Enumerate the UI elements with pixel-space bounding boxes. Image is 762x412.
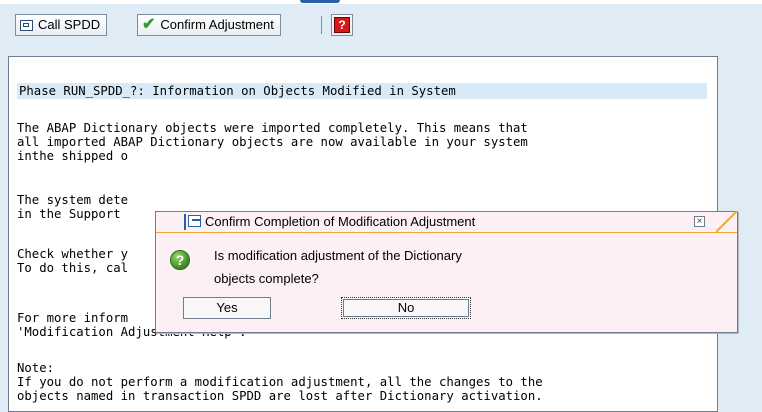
title-fragment <box>300 0 340 3</box>
doc-line: If you do not perform a modification adj… <box>17 375 543 389</box>
application-toolbar: Call SPDD ✔ Confirm Adjustment ? <box>0 4 762 44</box>
question-icon: ? <box>170 250 190 270</box>
confirm-adjustment-button[interactable]: ✔ Confirm Adjustment <box>137 14 281 36</box>
dialog-titlebar: Confirm Completion of Modification Adjus… <box>156 212 737 233</box>
doc-line: Note: <box>17 361 55 375</box>
help-icon: ? <box>334 17 350 33</box>
yes-button[interactable]: Yes <box>183 297 271 319</box>
doc-line: in the Support <box>17 207 121 221</box>
help-button[interactable]: ? <box>331 14 353 36</box>
call-spdd-label: Call SPDD <box>38 17 101 32</box>
checkmark-icon: ✔ <box>142 16 156 33</box>
titlebar-corner-decoration <box>716 211 738 232</box>
close-icon[interactable]: × <box>694 216 705 227</box>
dialog-question: Is modification adjustment of the Dictio… <box>214 244 514 290</box>
no-button[interactable]: No <box>341 297 471 319</box>
doc-line: To do this, cal <box>17 261 129 275</box>
doc-line: For more inform <box>17 311 129 325</box>
doc-line: all imported ABAP Dictionary objects are… <box>17 135 528 149</box>
phase-header: Phase RUN_SPDD_?: Information on Objects… <box>17 83 707 99</box>
dialog-question-line2: objects complete? <box>214 271 319 286</box>
dialog-window-icon <box>188 215 201 227</box>
dialog-question-line1: Is modification adjustment of the Dictio… <box>214 248 462 263</box>
call-transaction-icon <box>20 19 33 31</box>
confirm-dialog: Confirm Completion of Modification Adjus… <box>155 211 738 333</box>
titlebar-accent <box>184 214 186 230</box>
toolbar-separator <box>321 16 322 34</box>
call-spdd-button[interactable]: Call SPDD <box>15 14 108 36</box>
doc-line: Check whether y <box>17 247 129 261</box>
confirm-adjustment-label: Confirm Adjustment <box>160 17 274 32</box>
doc-line: The ABAP Dictionary objects were importe… <box>17 121 528 135</box>
dialog-title: Confirm Completion of Modification Adjus… <box>205 214 476 229</box>
doc-line: The system dete <box>17 193 129 207</box>
doc-line: objects named in transaction SPDD are lo… <box>17 389 543 403</box>
doc-line: inthe shipped o <box>17 149 129 163</box>
